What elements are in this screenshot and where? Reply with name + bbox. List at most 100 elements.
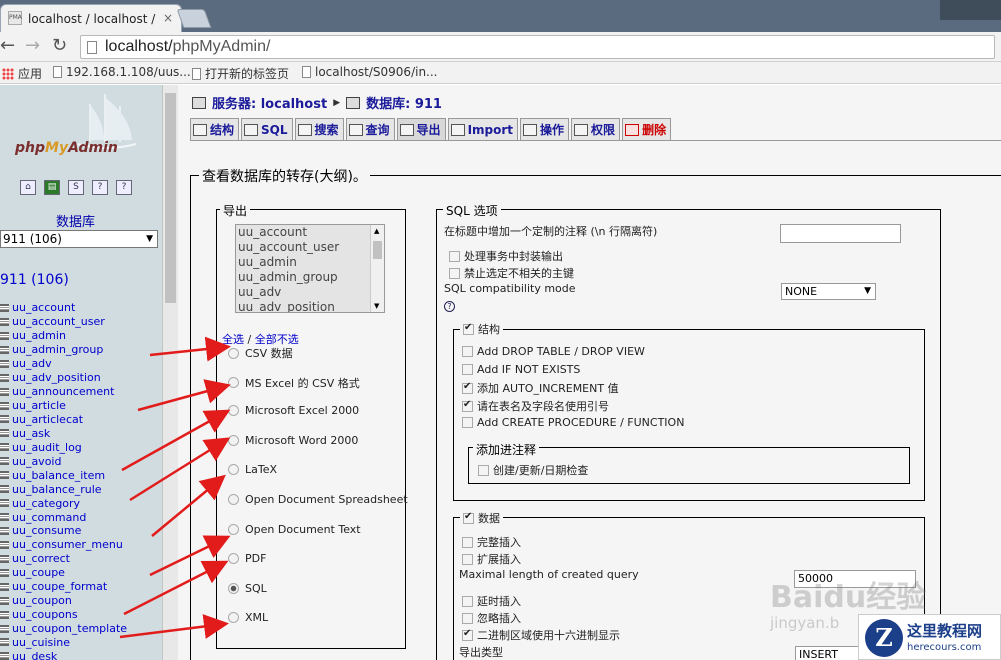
table-list-item[interactable]: uu_coupon_template [0,622,127,636]
table-icon[interactable] [0,526,9,535]
table-list-item[interactable]: uu_cuisine [0,636,127,650]
structure-option[interactable]: Add IF NOT EXISTS [462,363,580,376]
table-list-item[interactable]: uu_coupe_format [0,580,127,594]
delayed-inserts-checkbox[interactable] [462,595,473,607]
table-list-item[interactable]: uu_balance_item [0,468,127,482]
table-list-item[interactable]: uu_account [0,301,127,315]
structure-option[interactable]: Add CREATE PROCEDURE / FUNCTION [462,416,684,429]
breadcrumb-server-link[interactable]: 服务器: localhost [212,93,327,112]
table-list-item[interactable]: uu_coupe [0,566,127,580]
tab-import[interactable]: Import [447,118,519,140]
format-radio[interactable] [228,347,239,359]
forward-arrow-icon[interactable]: → [25,37,40,55]
table-icon[interactable] [0,471,9,480]
table-icon[interactable] [0,624,9,633]
tab-query[interactable]: 查询 [345,118,395,140]
data-checkbox[interactable] [463,511,474,524]
export-format-option[interactable]: LaTeX [228,463,277,476]
help-icon[interactable]: ? [116,180,132,195]
table-list-item[interactable]: uu_category [0,496,127,510]
create-update-check-option[interactable]: 创建/更新/日期检查 [478,462,588,478]
bookmark-item[interactable]: localhost/S0906/in... [302,65,438,79]
structure-legend[interactable]: 结构 [460,321,503,337]
format-radio[interactable] [228,612,239,624]
table-list-item[interactable]: uu_avoid [0,454,127,468]
new-tab-button[interactable] [176,9,212,28]
table-list-item[interactable]: uu_ask [0,426,127,440]
format-radio[interactable] [228,523,239,535]
address-bar[interactable]: localhost/phpMyAdmin/ [80,35,995,59]
structure-option-checkbox[interactable] [462,416,473,428]
ignore-inserts-option[interactable]: 忽略插入 [462,610,521,626]
table-list-item[interactable]: uu_coupon [0,594,127,608]
export-format-option[interactable]: MS Excel 的 CSV 格式 [228,375,360,391]
table-icon[interactable] [0,568,9,577]
structure-option-checkbox[interactable] [462,363,473,375]
sql-window-icon[interactable]: ▤ [44,180,60,195]
table-icon[interactable] [0,638,9,647]
phpmyadmin-logo[interactable]: phpMyAdmin [15,140,118,156]
structure-checkbox[interactable] [463,322,474,335]
export-format-option[interactable]: Open Document Text [228,523,361,536]
table-list-item[interactable]: uu_announcement [0,385,127,399]
table-list-item[interactable]: uu_admin_group [0,343,127,357]
list-item[interactable]: uu_adv_position [236,300,384,312]
export-format-option[interactable]: PDF [228,552,266,565]
export-format-option[interactable]: Microsoft Excel 2000 [228,404,359,417]
export-format-option[interactable]: SQL [228,582,267,595]
table-list-item[interactable]: uu_coupons [0,608,127,622]
structure-option[interactable]: 添加 AUTO_INCREMENT 值 [462,380,619,396]
disable-fk-checkbox[interactable] [449,267,460,279]
table-icon[interactable] [0,331,9,340]
data-legend[interactable]: 数据 [460,510,503,526]
list-item[interactable]: uu_account [236,225,384,240]
nav-scrollbar[interactable] [162,85,178,660]
format-radio[interactable] [228,494,239,505]
structure-option-checkbox[interactable] [462,381,473,394]
format-radio[interactable] [228,464,239,476]
tab-structure[interactable]: 结构 [190,118,240,140]
table-icon[interactable] [0,652,9,660]
bookmark-item[interactable]: 打开新的标签页 [192,65,289,82]
format-radio[interactable] [228,377,239,389]
hex-binary-option[interactable]: 二进制区域使用十六进制显示 [462,627,620,643]
close-icon[interactable]: × [163,11,173,25]
table-icon[interactable] [0,457,9,466]
tab-operations[interactable]: 操作 [520,118,570,140]
table-list-item[interactable]: uu_correct [0,552,127,566]
help-icon[interactable]: ? [444,301,455,312]
back-arrow-icon[interactable]: ← [0,37,15,55]
table-icon[interactable] [0,429,9,438]
bookmark-apps[interactable]: 应用 [2,65,42,82]
table-icon[interactable] [0,540,9,549]
format-radio[interactable] [228,553,239,565]
table-list-item[interactable]: uu_admin [0,329,127,343]
structure-option[interactable]: Add DROP TABLE / DROP VIEW [462,345,645,358]
sql-icon[interactable]: S [68,180,84,195]
table-list-item[interactable]: uu_consumer_menu [0,538,127,552]
listbox-scrollbar[interactable]: ▲ ▼ [370,225,384,312]
export-format-option[interactable]: XML [228,611,268,624]
format-radio[interactable] [228,434,239,446]
window-controls[interactable] [940,0,1001,20]
table-icon[interactable] [0,345,9,354]
export-format-option[interactable]: Open Document Spreadsheet [228,493,408,506]
tab-drop[interactable]: 删除 [622,118,672,140]
format-radio[interactable] [228,405,239,417]
structure-option-checkbox[interactable] [462,346,473,357]
browser-tab[interactable]: PMA localhost / localhost / 9 × [0,4,182,32]
table-icon[interactable] [0,485,9,494]
complete-inserts-checkbox[interactable] [462,536,473,548]
compat-mode-select[interactable]: NONE ▼ [781,283,876,300]
table-icon[interactable] [0,303,9,312]
table-icon[interactable] [0,596,9,605]
tab-privileges[interactable]: 权限 [571,118,621,140]
breadcrumb-database-link[interactable]: 数据库: 911 [366,93,442,112]
table-icon[interactable] [0,401,9,410]
bookmark-item[interactable]: 192.168.1.108/uus... [53,65,191,79]
table-list-item[interactable]: uu_articlecat [0,413,127,427]
tab-sql[interactable]: SQL [241,118,293,140]
extended-inserts-checkbox[interactable] [462,553,473,565]
export-format-option[interactable]: CSV 数据 [228,345,293,361]
structure-option-checkbox[interactable] [462,399,473,412]
